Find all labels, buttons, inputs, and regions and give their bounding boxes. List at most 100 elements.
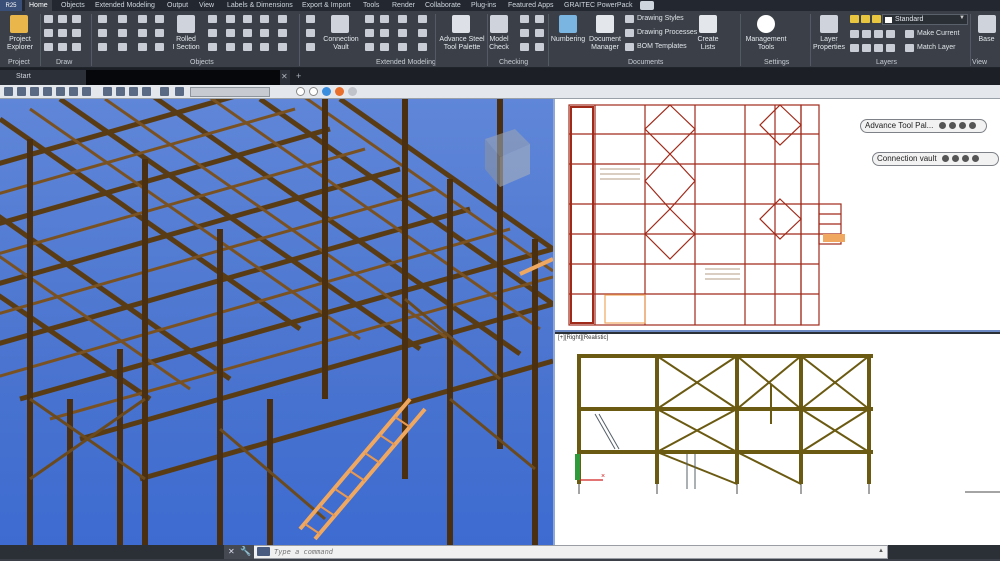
rolled-i-section-button[interactable]: Rolled I Section — [168, 36, 204, 52]
beam-icon[interactable] — [118, 29, 127, 37]
pin-icon[interactable] — [951, 155, 959, 163]
i-profile-icon[interactable] — [138, 15, 147, 23]
match-layer-icon[interactable] — [905, 44, 914, 52]
portal-icon[interactable] — [380, 29, 389, 37]
bracing-icon[interactable] — [138, 29, 147, 37]
audit-icon[interactable] — [520, 43, 529, 51]
base-view-icon[interactable] — [978, 15, 996, 33]
view-back-icon[interactable] — [30, 87, 39, 96]
layer-tool-8-icon[interactable] — [886, 44, 895, 52]
gear-icon[interactable] — [941, 155, 949, 163]
arc-icon[interactable] — [72, 15, 81, 23]
layer-tool-2-icon[interactable] — [862, 30, 871, 38]
spline-icon[interactable] — [44, 29, 53, 37]
connection-icon[interactable] — [306, 29, 315, 37]
polygon-icon[interactable] — [58, 43, 67, 51]
management-tools-button[interactable]: Management Tools — [743, 36, 789, 52]
tab-objects[interactable]: Objects — [61, 0, 85, 11]
move-icon[interactable] — [958, 122, 966, 130]
cross-icon[interactable] — [138, 43, 147, 51]
filter-icon[interactable] — [535, 29, 544, 37]
stair-frame-icon[interactable] — [365, 43, 374, 51]
close-icon[interactable] — [968, 122, 976, 130]
truss-icon[interactable] — [380, 15, 389, 23]
grating-icon[interactable] — [260, 15, 269, 23]
bolt-icon[interactable] — [155, 15, 164, 23]
view-top-icon[interactable] — [69, 87, 78, 96]
wall-icon[interactable] — [398, 43, 407, 51]
bom-templates-button[interactable]: BOM Templates — [637, 42, 687, 51]
tab-output[interactable]: Output — [167, 0, 188, 11]
match-layer-button[interactable]: Match Layer — [917, 43, 956, 52]
layer-tool-4-icon[interactable] — [886, 30, 895, 38]
cage-ladder-icon[interactable] — [278, 15, 287, 23]
plate-icon[interactable] — [118, 43, 127, 51]
iso-sw-icon[interactable] — [103, 87, 112, 96]
management-tools-icon[interactable] — [757, 15, 775, 33]
view-cube-icon[interactable] — [4, 87, 13, 96]
ellipse-icon[interactable] — [72, 43, 81, 51]
close-icon[interactable] — [971, 155, 979, 163]
iso-nw-icon[interactable] — [142, 87, 151, 96]
lock-icon[interactable] — [872, 15, 881, 23]
document-manager-button[interactable]: Document Manager — [587, 36, 623, 52]
layer-tool-3-icon[interactable] — [874, 30, 883, 38]
bucket-icon[interactable] — [418, 29, 427, 37]
visual-style-shaded-icon[interactable] — [335, 87, 344, 96]
view-left-icon[interactable] — [43, 87, 52, 96]
tab-labels-dimensions[interactable]: Labels & Dimensions — [227, 0, 293, 11]
plate-rect-icon[interactable] — [208, 29, 217, 37]
house-icon[interactable] — [398, 15, 407, 23]
railing-icon[interactable] — [260, 43, 269, 51]
close-icon[interactable]: ✕ — [228, 547, 235, 556]
base-button[interactable]: Base — [973, 36, 1000, 44]
make-current-button[interactable]: Make Current — [917, 29, 959, 38]
tab-export-import[interactable]: Export & Import — [302, 0, 351, 11]
visual-style-realistic-icon[interactable] — [322, 87, 331, 96]
new-tab-button[interactable]: + — [296, 71, 301, 81]
view-right-icon[interactable] — [56, 87, 65, 96]
bom-templates-icon[interactable] — [625, 43, 634, 51]
application-button[interactable]: R25 — [0, 0, 22, 11]
document-manager-icon[interactable] — [596, 15, 614, 33]
wrench-icon[interactable]: 🔧 — [240, 546, 251, 557]
tab-render[interactable]: Render — [392, 0, 415, 11]
building-grid-icon[interactable] — [98, 29, 107, 37]
stair-icon[interactable] — [260, 29, 269, 37]
view-bottom-icon[interactable] — [82, 87, 91, 96]
advance-tool-palette-panel[interactable]: Advance Tool Pal... — [860, 119, 987, 133]
bracing-system-icon[interactable] — [380, 43, 389, 51]
check-icon[interactable] — [520, 29, 529, 37]
visual-style-gray-icon[interactable] — [348, 87, 357, 96]
drawing-styles-button[interactable]: Drawing Styles — [637, 14, 684, 23]
folder-icon[interactable] — [10, 15, 28, 33]
clash-icon[interactable] — [520, 15, 529, 23]
elevation-viewport[interactable]: [+][Right][Realistic] × — [555, 334, 1000, 545]
polyline-icon[interactable] — [58, 15, 67, 23]
connection-vault-icon[interactable] — [331, 15, 349, 33]
ucs-icon[interactable] — [175, 87, 184, 96]
model-check-button[interactable]: Model Check — [485, 36, 513, 52]
roof-icon[interactable] — [398, 29, 407, 37]
iso-se-icon[interactable] — [116, 87, 125, 96]
view-front-icon[interactable] — [17, 87, 26, 96]
drawing-processes-button[interactable]: Drawing Processes — [637, 28, 697, 37]
line-icon[interactable] — [44, 15, 53, 23]
numbering-icon[interactable] — [559, 15, 577, 33]
model-viewport-3d[interactable] — [0, 99, 553, 545]
visual-style-wireframe-icon[interactable] — [296, 87, 305, 96]
tool-palette-icon[interactable] — [452, 15, 470, 33]
close-icon[interactable]: ✕ — [281, 72, 288, 81]
model-check-icon[interactable] — [490, 15, 508, 33]
layer-properties-button[interactable]: Layer Properties — [811, 36, 847, 52]
tab-extended-modeling[interactable]: Extended Modeling — [95, 0, 155, 11]
make-current-icon[interactable] — [905, 30, 914, 38]
hole-icon[interactable] — [243, 43, 252, 51]
plate-fold-icon[interactable] — [208, 43, 217, 51]
weld-icon[interactable] — [155, 29, 164, 37]
camera-icon[interactable] — [160, 87, 169, 96]
tab-collaborate[interactable]: Collaborate — [425, 0, 461, 11]
chevron-up-icon[interactable]: ▲ — [878, 548, 884, 554]
ribbon-toggle-icon[interactable] — [640, 1, 654, 10]
layer-tool-1-icon[interactable] — [850, 30, 859, 38]
